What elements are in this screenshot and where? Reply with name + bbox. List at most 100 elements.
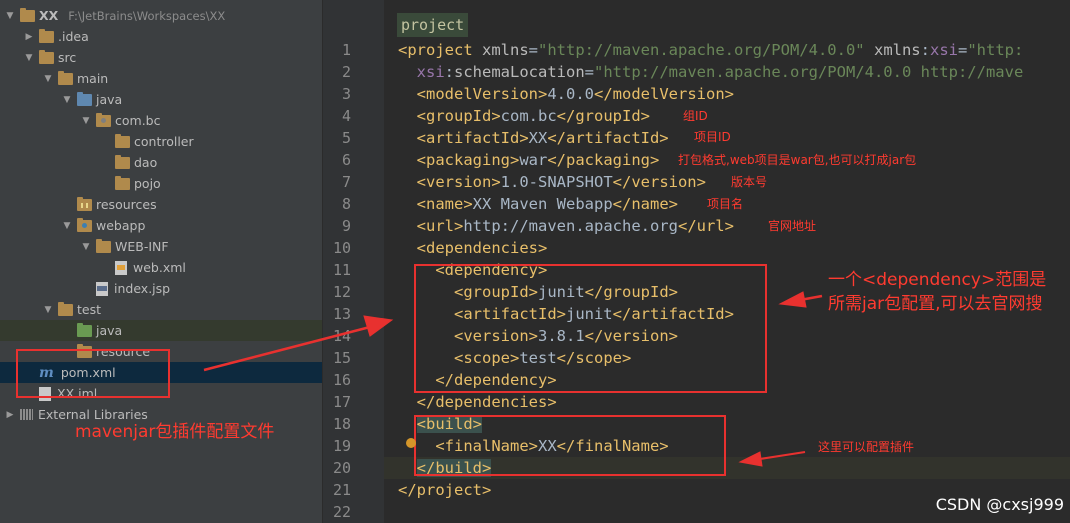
intention-bulb-icon[interactable] — [406, 438, 416, 448]
tree-item-label: .idea — [58, 29, 89, 44]
chevron-down-icon[interactable]: ▼ — [80, 116, 92, 126]
code-line[interactable]: <name>XX Maven Webapp</name> — [398, 193, 678, 215]
tree-item[interactable]: pojo — [0, 173, 322, 194]
tree-item-label: web.xml — [133, 260, 186, 275]
code-line[interactable]: <dependencies> — [398, 237, 548, 259]
xml-tag: <project — [398, 41, 482, 59]
code-line[interactable]: xsi:schemaLocation="http://maven.apache.… — [398, 61, 1024, 83]
line-number: 17 — [332, 393, 351, 411]
tree-item-label: test — [77, 302, 102, 317]
chevron-right-icon[interactable]: ▶ — [23, 32, 35, 42]
tree-item[interactable]: dao — [0, 152, 322, 173]
tree-item[interactable]: ▼ src — [0, 47, 322, 68]
annotation-artifact-id: 项目ID — [694, 130, 731, 144]
annotation-build: 这里可以配置插件 — [818, 440, 915, 454]
chevron-down-icon[interactable]: ▼ — [42, 305, 54, 315]
tree-item[interactable]: ▼ test — [0, 299, 322, 320]
chevron-down-icon[interactable]: ▼ — [61, 95, 73, 105]
code-line[interactable]: <modelVersion>4.0.0</modelVersion> — [398, 83, 734, 105]
tree-item[interactable]: controller — [0, 131, 322, 152]
xml-tag: </project> — [398, 481, 492, 499]
folder-icon — [39, 28, 54, 43]
tree-item[interactable]: ▼ XX F:\JetBrains\Workspaces\XX — [0, 5, 322, 26]
tree-item[interactable]: ▼ WEB-INF — [0, 236, 322, 257]
line-number: 19 — [332, 437, 351, 455]
tree-item-label: controller — [134, 134, 194, 149]
code-line[interactable]: <packaging>war</packaging> — [398, 149, 660, 171]
line-number: 13 — [332, 305, 351, 323]
code-text: : — [444, 63, 455, 81]
tree-item[interactable]: ▼ main — [0, 68, 322, 89]
code-text: XX Maven Webapp — [472, 195, 613, 213]
tree-item[interactable]: ▼ com.bc — [0, 110, 322, 131]
chevron-down-icon[interactable]: ▼ — [42, 74, 54, 84]
tree-item-label: main — [77, 71, 109, 86]
xml-tag: <version> — [416, 173, 501, 191]
xml-tag: <name> — [416, 195, 473, 213]
folder-icon — [77, 217, 92, 232]
line-number: 10 — [332, 239, 351, 257]
annotation-url: 官网地址 — [768, 219, 817, 233]
namespace-prefix: xsi — [416, 63, 445, 81]
tree-item[interactable]: java — [0, 320, 322, 341]
xml-tag: <modelVersion> — [416, 85, 548, 103]
tree-item-label: index.jsp — [114, 281, 171, 296]
xml-tag: <url> — [416, 217, 464, 235]
code-line[interactable]: </project> — [398, 479, 491, 501]
project-tree-panel[interactable]: ▼ XX F:\JetBrains\Workspaces\XX ▶ .idea ▼ src ▼… — [0, 0, 322, 523]
folder-icon — [115, 154, 130, 169]
tree-item[interactable]: web.xml — [0, 257, 322, 278]
tree-item-label: WEB-INF — [115, 239, 169, 254]
line-number: 16 — [332, 371, 351, 389]
folder-icon — [77, 322, 92, 337]
line-number: 9 — [341, 217, 351, 235]
code-line[interactable]: <artifactId>XX</artifactId> — [398, 127, 669, 149]
chevron-right-icon[interactable]: ▶ — [4, 410, 16, 420]
folder-icon — [96, 112, 111, 127]
tree-item-label: webapp — [96, 218, 146, 233]
tree-item-label: XX — [39, 8, 59, 23]
xml-tag: <packaging> — [416, 151, 520, 169]
code-line[interactable]: <url>http://maven.apache.org</url> — [398, 215, 734, 237]
pom-highlight-box — [16, 349, 170, 398]
tree-item[interactable]: ▼ java — [0, 89, 322, 110]
folder-icon — [77, 196, 92, 211]
chevron-down-icon[interactable]: ▼ — [80, 242, 92, 252]
code-line[interactable]: <project xmlns="http://maven.apache.org/… — [398, 39, 1023, 61]
namespace-prefix: xsi — [930, 41, 958, 59]
breadcrumb[interactable]: project — [397, 13, 469, 37]
annotation-dependency-line1: 一个<dependency>范围是 — [828, 270, 1047, 290]
watermark: CSDN @cxsj999 — [935, 495, 1064, 514]
tree-item[interactable]: ▼ webapp — [0, 215, 322, 236]
annotation-pom: mavenjar包插件配置文件 — [75, 422, 275, 442]
code-line[interactable]: <groupId>com.bc</groupId> — [398, 105, 650, 127]
xml-tag: </groupId> — [556, 107, 650, 125]
xml-tag: <dependencies> — [416, 239, 548, 257]
tree-item[interactable]: resources — [0, 194, 322, 215]
chevron-down-icon[interactable]: ▼ — [23, 53, 35, 63]
chevron-down-icon[interactable]: ▼ — [61, 221, 73, 231]
tree-item[interactable]: ▶ .idea — [0, 26, 322, 47]
line-number: 6 — [341, 151, 351, 169]
tree-item[interactable]: index.jsp — [0, 278, 322, 299]
tree-item-label: pojo — [134, 176, 161, 191]
code-line[interactable]: <version>1.0-SNAPSHOT</version> — [398, 171, 706, 193]
code-line[interactable]: </dependencies> — [398, 391, 557, 413]
annotation-packaging: 打包格式,web项目是war包,也可以打成jar包 — [678, 153, 917, 167]
annotation-name: 项目名 — [707, 197, 744, 211]
jsp-file-icon — [96, 281, 108, 296]
code-text: = — [584, 63, 595, 81]
chevron-down-icon[interactable]: ▼ — [4, 11, 16, 21]
line-number: 12 — [332, 283, 351, 301]
line-number: 4 — [341, 107, 351, 125]
line-number: 8 — [341, 195, 351, 213]
editor-gutter: 1 2 3 4 5 6 7 8 9 10 11 12 13 14 15 16 17 18 19 20 21 22 — [322, 0, 395, 523]
xml-tag: </name> — [612, 195, 678, 213]
